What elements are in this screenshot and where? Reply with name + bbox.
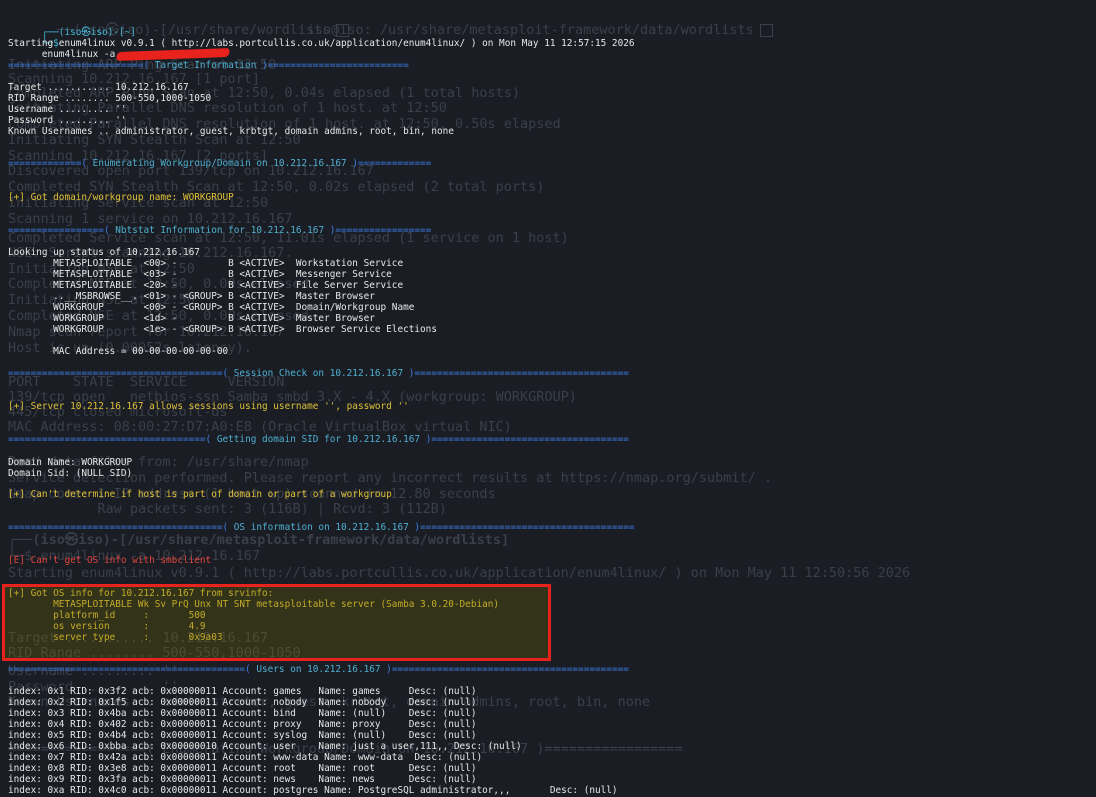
output-line: Target ........... 10.212.16.167 <box>8 82 189 93</box>
output-line: index: 0x8 RID: 0x3e8 acb: 0x00000011 Ac… <box>8 763 477 774</box>
ghost-line: ┌──(iso㉿iso)-[/usr/share/metasploit-fram… <box>8 532 510 548</box>
output-line: Username ......... '' <box>8 104 127 115</box>
ghost-tab-close-icon <box>759 23 773 37</box>
section-header: =============( Enumerating Workgroup/Dom… <box>8 158 432 169</box>
output-line: index: 0xa RID: 0x4c0 acb: 0x00000011 Ac… <box>8 785 618 796</box>
success-line: [+] Got domain/workgroup name: WORKGROUP <box>8 192 234 203</box>
output-line: METASPLOITABLE <00> - B <ACTIVE> Worksta… <box>8 258 404 269</box>
output-line: index: 0x5 RID: 0x4b4 acb: 0x00000011 Ac… <box>8 730 477 741</box>
ghost-line: Starting enum4linux v0.9.1 ( http://labs… <box>8 565 911 581</box>
section-header: =================( Nbtstat Information f… <box>8 225 432 236</box>
os-info-highlight-box <box>2 584 551 661</box>
output-line: index: 0x1 RID: 0x3f2 acb: 0x00000011 Ac… <box>8 686 477 697</box>
output-line: Domain Name: WORKGROUP <box>8 457 133 468</box>
output-line: WORKGROUP <1d> - B <ACTIVE> Master Brows… <box>8 313 375 324</box>
output-line: index: 0x7 RID: 0x42a acb: 0x00000011 Ac… <box>8 752 483 763</box>
output-line: Looking up status of 10.212.16.167 <box>8 247 200 258</box>
section-header: ======================================( … <box>8 522 635 533</box>
success-line: [+] Can't determine if host is part of d… <box>8 489 392 500</box>
output-line: RID Range ........ 500-550,1000-1050 <box>8 93 212 104</box>
error-line: [E] Can't get OS info with smbclient <box>8 555 212 566</box>
output-line: index: 0x4 RID: 0x402 acb: 0x00000011 Ac… <box>8 719 477 730</box>
section-header: ===================================( Get… <box>8 434 629 445</box>
output-line: WORKGROUP <1e> - <GROUP> B <ACTIVE> Brow… <box>8 324 437 335</box>
output-line: index: 0x3 RID: 0x4ba acb: 0x00000011 Ac… <box>8 708 477 719</box>
output-line: Password ......... '' <box>8 115 127 126</box>
prompt-line-1: ┌──(iso㉿iso)-[~] <box>8 16 136 38</box>
output-line: Domain Sid: (NULL SID) <box>8 468 133 479</box>
output-line: METASPLOITABLE <03> - B <ACTIVE> Messeng… <box>8 269 392 280</box>
prompt-line-2[interactable]: └─$ enum4linux -a <box>8 27 231 61</box>
success-line: [+] Server 10.212.16.167 allows sessions… <box>8 401 409 412</box>
section-header: ========================================… <box>8 664 629 675</box>
section-header: ======================================( … <box>8 368 629 379</box>
output-line: MAC Address = 00-00-00-00-00-00 <box>8 346 229 357</box>
output-line: index: 0x9 RID: 0x3fa acb: 0x00000011 Ac… <box>8 774 477 785</box>
output-line: ..__MSBROWSE__. <01> - <GROUP> B <ACTIVE… <box>8 291 375 302</box>
command-text: enum4linux -a <box>41 49 116 60</box>
output-line: Known Usernames .. administrator, guest,… <box>8 126 454 137</box>
section-header: ========================( Target Informa… <box>8 60 409 71</box>
output-line: index: 0x2 RID: 0x1f5 acb: 0x00000011 Ac… <box>8 697 477 708</box>
output-line: METASPLOITABLE <20> - B <ACTIVE> File Se… <box>8 280 404 291</box>
output-line: Starting enum4linux v0.9.1 ( http://labs… <box>8 38 635 49</box>
terminal-window[interactable]: ──(iso㉿iso)-[/usr/share/wordlists iso@is… <box>0 0 1096 797</box>
output-line: index: 0x6 RID: 0xbba acb: 0x00000010 Ac… <box>8 741 522 752</box>
output-line: WORKGROUP <00> - <GROUP> B <ACTIVE> Doma… <box>8 302 415 313</box>
ghost-line: Raw packets sent: 3 (116B) | Rcvd: 3 (11… <box>8 501 447 517</box>
ghost-line: MAC Address: 08:00:27:D7:A0:E8 (Oracle V… <box>8 419 512 435</box>
